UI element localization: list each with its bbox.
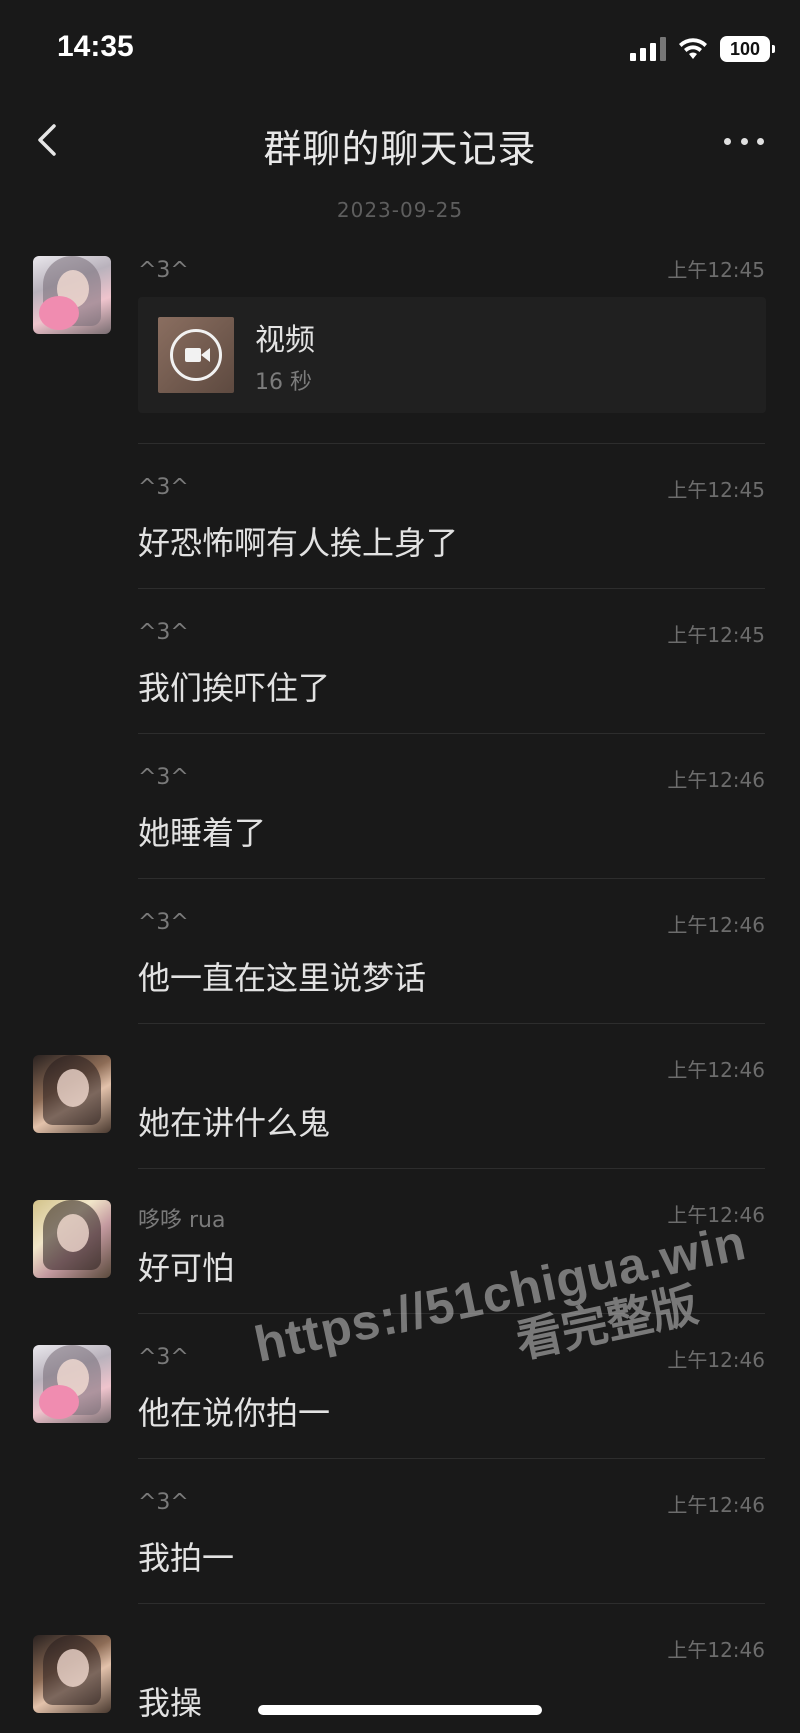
message-text: 她睡着了 bbox=[138, 814, 267, 852]
message-text: 我们挨吓住了 bbox=[138, 669, 331, 707]
avatar[interactable] bbox=[33, 1345, 111, 1423]
video-camera-icon bbox=[170, 329, 222, 381]
sender-name: ^3^ bbox=[138, 1490, 189, 1515]
message-text: 他在说你拍一 bbox=[138, 1394, 331, 1432]
divider bbox=[138, 1603, 765, 1604]
message-time: 上午12:46 bbox=[667, 1203, 765, 1227]
sender-name: ^3^ bbox=[138, 1345, 189, 1370]
divider bbox=[138, 878, 765, 879]
avatar[interactable] bbox=[33, 1055, 111, 1133]
sender-name: ^3^ bbox=[138, 258, 189, 283]
more-dot-icon bbox=[757, 137, 764, 145]
divider bbox=[138, 443, 765, 444]
avatar[interactable] bbox=[33, 1200, 111, 1278]
status-time: 14:35 bbox=[57, 30, 134, 63]
divider bbox=[138, 1023, 765, 1024]
message-time: 上午12:46 bbox=[667, 1638, 765, 1662]
nav-bar: 群聊的聊天记录 bbox=[0, 100, 800, 184]
message-text: 好恐怖啊有人挨上身了 bbox=[138, 524, 459, 562]
home-indicator[interactable] bbox=[258, 1705, 542, 1715]
avatar[interactable] bbox=[33, 256, 111, 334]
message-time: 上午12:46 bbox=[667, 1348, 765, 1372]
message-text: 她在讲什么鬼 bbox=[138, 1104, 331, 1142]
message-time: 上午12:45 bbox=[667, 623, 765, 647]
more-button[interactable] bbox=[724, 126, 764, 156]
date-separator: 2023-09-25 bbox=[336, 198, 464, 222]
battery-icon: 100 bbox=[720, 36, 775, 62]
divider bbox=[138, 1313, 765, 1314]
status-icons: 100 bbox=[630, 34, 775, 64]
sender-name: ^3^ bbox=[138, 910, 189, 935]
status-bar: 14:35 100 bbox=[0, 0, 800, 100]
message-text: 我拍一 bbox=[138, 1539, 235, 1577]
divider bbox=[138, 733, 765, 734]
page-title: 群聊的聊天记录 bbox=[263, 127, 537, 171]
message-time: 上午12:46 bbox=[667, 768, 765, 792]
cellular-signal-icon bbox=[630, 37, 666, 61]
divider bbox=[138, 588, 765, 589]
avatar[interactable] bbox=[33, 1635, 111, 1713]
more-dot-icon bbox=[724, 137, 731, 145]
message-text: 好可怕 bbox=[138, 1249, 235, 1287]
wifi-icon bbox=[679, 38, 707, 59]
video-title: 视频 bbox=[255, 323, 315, 358]
divider bbox=[138, 1168, 765, 1169]
message-text: 他一直在这里说梦话 bbox=[138, 959, 427, 997]
message-text: 我操 bbox=[138, 1684, 203, 1722]
message-time: 上午12:46 bbox=[667, 1493, 765, 1517]
divider bbox=[138, 1458, 765, 1459]
message-time: 上午12:45 bbox=[667, 478, 765, 502]
message-time: 上午12:45 bbox=[667, 258, 765, 282]
sender-name: ^3^ bbox=[138, 620, 189, 645]
sender-name: ^3^ bbox=[138, 765, 189, 790]
sender-name: 哆哆 rua bbox=[138, 1208, 226, 1233]
video-message[interactable]: 视频 16 秒 bbox=[138, 297, 766, 413]
sender-name: ^3^ bbox=[138, 475, 189, 500]
message-time: 上午12:46 bbox=[667, 913, 765, 937]
message-time: 上午12:46 bbox=[667, 1058, 765, 1082]
video-thumbnail bbox=[158, 317, 234, 393]
video-duration: 16 秒 bbox=[255, 370, 312, 395]
more-dot-icon bbox=[740, 137, 748, 145]
